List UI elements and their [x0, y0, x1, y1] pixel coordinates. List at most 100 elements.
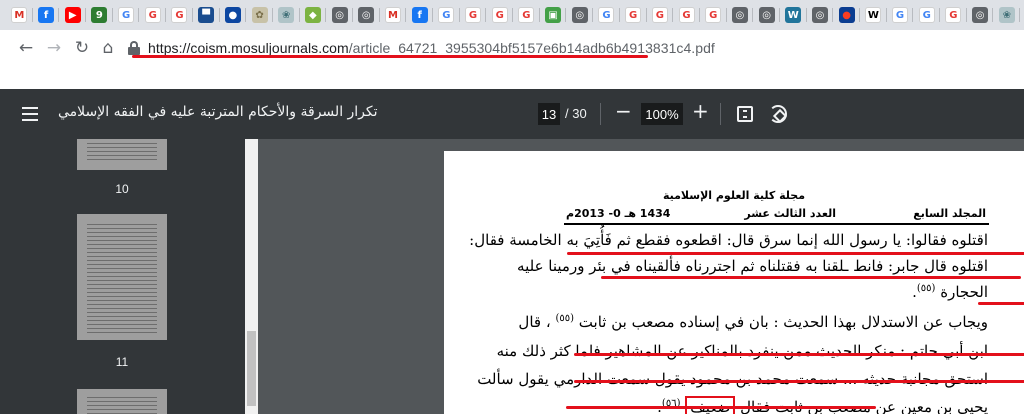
tab[interactable]: ✿ [246, 0, 273, 30]
wordpress-icon: W [785, 7, 802, 23]
tab[interactable]: G [593, 0, 620, 30]
tab[interactable]: 9 [86, 0, 113, 30]
page-total: / 30 [565, 106, 587, 121]
pdf-toolbar: تكرار السرقة والأحكام المترتبة عليه في ا… [0, 89, 1024, 139]
tab[interactable]: M [380, 0, 407, 30]
tab[interactable]: ◎ [566, 0, 593, 30]
bookmarks-bar: Mf ▶ 9 G G G ▀ ● ✿ ❀ ◆ ◎ ◎ Mf G G G G ▣ ◎ G G G G G ◎ ◎ W ◎ ● W G G G ◎ ❀ [0, 0, 1024, 30]
world-icon: ◎ [731, 7, 748, 23]
reload-icon[interactable]: ↻ [68, 34, 96, 62]
thumbnail-sidebar: 10 11 [0, 139, 258, 414]
lock-icon[interactable] [128, 41, 140, 55]
issue-label: العدد الثالث عشر [744, 207, 836, 220]
thumbnail-label: 11 [115, 355, 129, 369]
tab[interactable]: ◎ [727, 0, 754, 30]
tab[interactable]: ▣ [540, 0, 567, 30]
page-number-input[interactable]: 13 [538, 103, 560, 125]
thumbnail-page-11[interactable] [77, 214, 167, 340]
journal-header-row: المجلد السابع العدد الثالث عشر 1434 هـ 0… [566, 207, 986, 221]
tab[interactable]: f [33, 0, 60, 30]
google-icon: G [918, 7, 935, 23]
divider [720, 103, 721, 125]
zoom-in-button[interactable]: + [692, 99, 709, 123]
annotation-underline [978, 302, 1024, 305]
youtube-icon: ▶ [64, 7, 81, 23]
date-label: 1434 هـ 0- 2013م [566, 207, 671, 220]
tab[interactable]: M [6, 0, 33, 30]
rotate-icon[interactable] [769, 105, 787, 123]
red-g-icon: G [465, 7, 482, 23]
fit-to-page-icon[interactable] [737, 106, 753, 122]
tab[interactable]: ◆ [300, 0, 327, 30]
red-g-icon: G [171, 7, 188, 23]
forward-arrow-icon[interactable]: → [40, 34, 68, 62]
red-g-icon: G [491, 7, 508, 23]
tab[interactable]: ◎ [753, 0, 780, 30]
tab[interactable]: G [673, 0, 700, 30]
tab[interactable]: ● [220, 0, 247, 30]
google-icon: G [438, 7, 455, 23]
journal-name: مجلة كلية العلوم الإسلامية [662, 189, 806, 202]
tab[interactable]: ▀ [193, 0, 220, 30]
scrollbar-thumb[interactable] [247, 331, 256, 406]
annotation-underline [574, 380, 1024, 383]
tab[interactable]: G [647, 0, 674, 30]
text-line: ويجاب عن الاستدلال بهذا الحديث : بان في … [518, 313, 988, 331]
tab[interactable]: G [620, 0, 647, 30]
back-arrow-icon[interactable]: ← [12, 34, 40, 62]
world-icon: ◎ [358, 7, 375, 23]
tab[interactable]: ❀ [993, 0, 1020, 30]
text-segment: الحجارة [940, 283, 988, 301]
tab[interactable]: G [513, 0, 540, 30]
tab[interactable]: ◎ [326, 0, 353, 30]
red-g-icon: G [625, 7, 642, 23]
tab[interactable]: W [860, 0, 887, 30]
text-line: استحق مجانبة حديثه ... سمعت محمد بن محمو… [477, 370, 988, 388]
tab[interactable]: f [406, 0, 433, 30]
annotation-underline [567, 252, 1024, 255]
text-line: ابن أبي حاتم : منكر الحديث ممن ينفرد بال… [496, 342, 988, 360]
tab[interactable]: ▶ [59, 0, 86, 30]
thumbnail-page-10[interactable] [77, 139, 167, 170]
menu-icon[interactable] [22, 107, 38, 121]
tab[interactable]: G [700, 0, 727, 30]
zoom-out-button[interactable]: − [615, 99, 632, 123]
zoom-level-input[interactable]: 100% [641, 103, 683, 125]
leaf-icon: ◆ [304, 7, 321, 23]
world-icon: ◎ [811, 7, 828, 23]
tab[interactable]: G [113, 0, 140, 30]
tab[interactable]: G [913, 0, 940, 30]
tab[interactable]: ◎ [353, 0, 380, 30]
url-text: https://coism.mosuljournals.com/article_… [148, 40, 715, 56]
red-g-icon: G [705, 7, 722, 23]
tab[interactable]: W [780, 0, 807, 30]
tab[interactable]: G [486, 0, 513, 30]
tab[interactable]: ◎ [967, 0, 994, 30]
document-title: تكرار السرقة والأحكام المترتبة عليه في ا… [58, 104, 378, 120]
world-icon: ◎ [758, 7, 775, 23]
tab[interactable]: ◎ [807, 0, 834, 30]
thumbnail-page-12[interactable] [77, 389, 167, 414]
url-host: https://coism.mosuljournals.com [148, 40, 349, 56]
tab[interactable]: G [940, 0, 967, 30]
browser-toolbar: ← → ↻ ⌂ https://coism.mosuljournals.com/… [0, 30, 1024, 66]
tab[interactable]: G [433, 0, 460, 30]
tab[interactable]: G [887, 0, 914, 30]
tab[interactable]: G [166, 0, 193, 30]
tab[interactable]: G [139, 0, 166, 30]
tab[interactable]: ● [833, 0, 860, 30]
pdf-viewer[interactable]: مجلة كلية العلوم الإسلامية المجلد السابع… [258, 139, 1024, 414]
annotation-underline [566, 406, 876, 409]
sheet-icon: ▣ [545, 7, 562, 23]
text-line: اقتلوه فقالوا: يا رسول الله إنما سرق قال… [469, 231, 988, 249]
annotation-underline [574, 353, 1024, 356]
red-g-icon: G [144, 7, 161, 23]
tab[interactable]: G [460, 0, 487, 30]
annotation-underline [132, 55, 648, 58]
red-g-icon: G [651, 7, 668, 23]
tab[interactable]: ❀ [273, 0, 300, 30]
home-icon[interactable]: ⌂ [94, 34, 122, 62]
sidebar-scrollbar[interactable] [245, 139, 258, 414]
annotation-underline [601, 276, 1021, 279]
text-segment: ويجاب عن الاستدلال بهذا الحديث : بان في … [578, 313, 988, 331]
